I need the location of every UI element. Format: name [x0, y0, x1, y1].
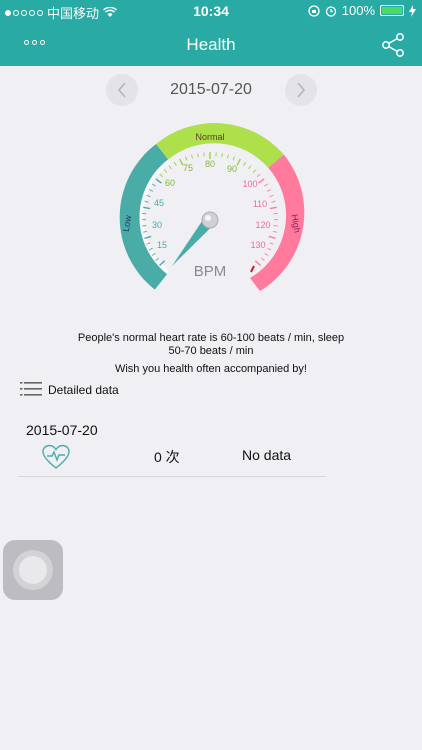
- gauge-tick-mark: [173, 161, 177, 166]
- gauge-tick-130: 130: [250, 240, 265, 250]
- heart-rate-gauge: Normal Low High 15 30 45 60 75 80 90 100…: [119, 123, 305, 291]
- gauge-tick-30: 30: [152, 220, 162, 230]
- share-icon[interactable]: [380, 32, 406, 58]
- gauge-tick-mark: [272, 231, 277, 233]
- gauge-normal-segment: [156, 123, 284, 168]
- gauge-tick-mark: [236, 158, 241, 166]
- gauge-tick-mark: [264, 183, 268, 187]
- gauge-tick-mark: [149, 189, 153, 192]
- gauge-tick-mark: [252, 169, 257, 173]
- gauge-tick-mark: [269, 194, 274, 198]
- date-selector: 2015-07-20: [0, 74, 422, 108]
- gauge-tick-120: 120: [255, 220, 270, 230]
- next-date-button[interactable]: [285, 74, 317, 106]
- gauge-tick-mark: [185, 156, 188, 161]
- status-bar: 中国移动 10:34 100%: [0, 0, 422, 22]
- gauge-tick-mark: [221, 153, 223, 158]
- gauge-tick-mark: [146, 194, 151, 198]
- gauge-tick-mark: [256, 173, 261, 178]
- gauge-normal-label: Normal: [195, 132, 224, 142]
- detailed-data-label: Detailed data: [48, 383, 119, 397]
- rotation-lock-icon: [308, 4, 320, 17]
- nav-bar: Health: [0, 22, 422, 66]
- alarm-icon: [325, 5, 336, 17]
- gauge-tick-mark: [232, 156, 235, 161]
- gauge-tick-mark: [227, 154, 229, 159]
- info-line-1: People's normal heart rate is 60-100 bea…: [77, 332, 345, 344]
- battery-percent: 100%: [341, 3, 375, 18]
- gauge-tick-80: 80: [205, 159, 215, 169]
- record-count: 0 次: [154, 449, 180, 465]
- gauge-tick-75: 75: [183, 163, 193, 173]
- chevron-right-icon: [297, 82, 306, 98]
- gauge-tick-mark: [155, 178, 162, 184]
- info-line-2: 50-70 beats / min: [168, 345, 254, 357]
- gauge-tick-mark: [144, 200, 149, 203]
- gauge-tick-15: 15: [157, 240, 167, 250]
- gauge-tick-mark: [269, 242, 274, 245]
- list-item[interactable]: 0 次 No data: [18, 440, 326, 477]
- gauge-tick-mark: [197, 153, 199, 158]
- gauge-tick-mark: [261, 257, 265, 262]
- gauge-tick-mark: [254, 260, 262, 267]
- gauge-tick-mark: [267, 189, 271, 192]
- gauge-tick-mark: [258, 178, 265, 184]
- gauge-tick-45: 45: [154, 198, 164, 208]
- gauge-tick-mark: [271, 200, 276, 203]
- record-status: No data: [242, 447, 292, 463]
- gauge-tick-mark: [152, 183, 156, 187]
- gauge-tick-110: 110: [253, 199, 267, 209]
- gauge-unit-label: BPM: [194, 263, 227, 280]
- gauge-tick-mark: [191, 154, 193, 159]
- gauge-tick-mark: [163, 169, 168, 173]
- page-title: Health: [186, 35, 236, 54]
- detailed-data-button[interactable]: Detailed data: [20, 380, 119, 400]
- battery-icon: [380, 5, 404, 16]
- gauge-tick-mark: [268, 235, 276, 239]
- gauge-tick-mark: [264, 252, 269, 256]
- assistive-touch-button[interactable]: [3, 540, 63, 600]
- gauge-tick-mark: [267, 247, 272, 251]
- current-date: 2015-07-20: [170, 81, 252, 98]
- gauge-tick-100: 100: [242, 179, 257, 189]
- gauge-tick-mark: [159, 173, 164, 178]
- gauge-tick-mark: [269, 206, 277, 210]
- gauge-tick-mark: [248, 165, 252, 170]
- gauge-tick-mark: [143, 206, 151, 210]
- record-date: 2015-07-20: [26, 422, 98, 438]
- status-right: 100%: [308, 3, 416, 18]
- gauge-marker: [250, 265, 255, 273]
- charging-icon: [409, 4, 416, 17]
- gauge-tick-mark: [168, 165, 172, 170]
- gauge-tick-90: 90: [227, 164, 237, 174]
- gauge-tick-mark: [243, 161, 247, 166]
- info-line-3: Wish you health often accompanied by!: [114, 363, 307, 375]
- gauge-tick-60: 60: [165, 178, 175, 188]
- list-icon: [20, 382, 42, 396]
- heart-pulse-icon: [42, 444, 70, 469]
